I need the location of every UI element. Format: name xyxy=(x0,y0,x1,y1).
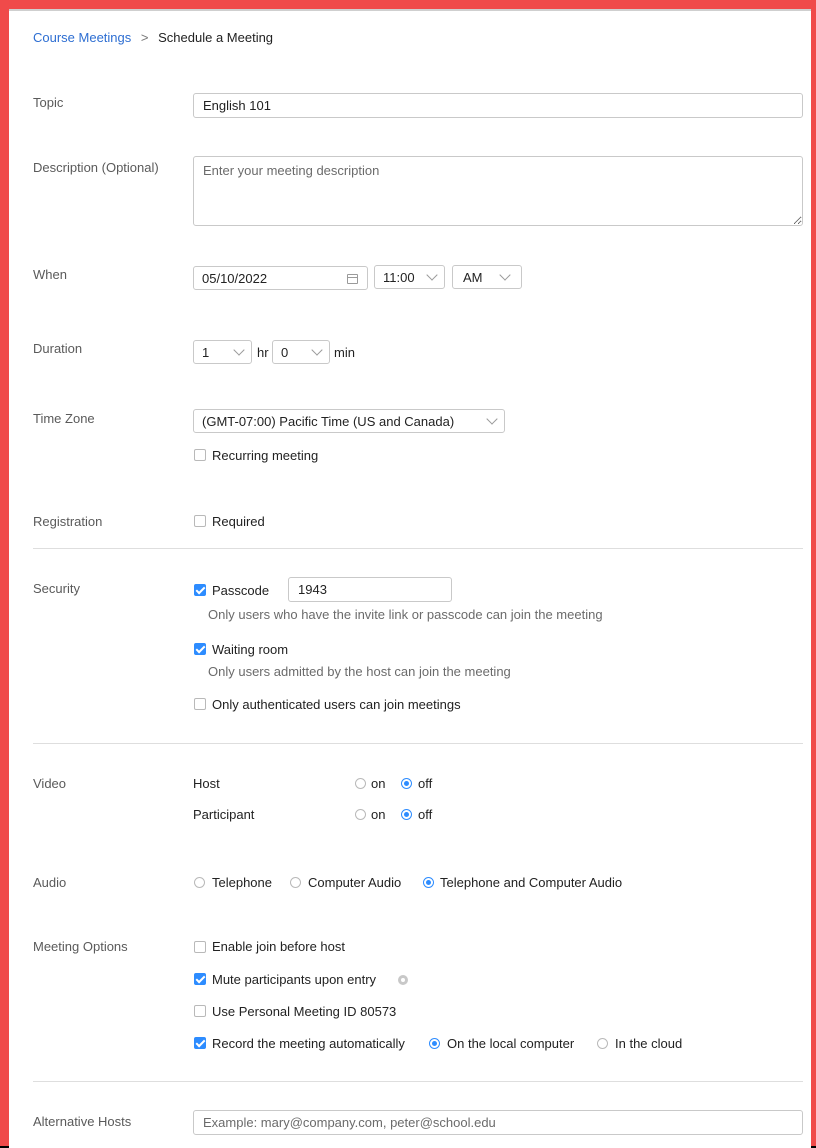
section-divider xyxy=(33,1081,803,1082)
time-value: 11:00 xyxy=(383,269,415,285)
record-local-label: On the local computer xyxy=(447,1036,575,1051)
waiting-room-hint: Only users admitted by the host can join… xyxy=(208,664,511,679)
gear-icon[interactable] xyxy=(398,975,408,985)
meeting-options-label: Meeting Options xyxy=(33,939,128,954)
breadcrumb-separator: > xyxy=(140,30,149,45)
duration-minutes-select[interactable]: 0 xyxy=(272,340,330,364)
video-participant-on-radio[interactable] xyxy=(355,809,366,820)
audio-computer-radio[interactable] xyxy=(290,877,301,888)
audio-both-radio[interactable] xyxy=(423,877,434,888)
join-before-host-label: Enable join before host xyxy=(212,939,345,954)
timezone-value: (GMT-07:00) Pacific Time (US and Canada) xyxy=(202,413,455,429)
passcode-label: Passcode xyxy=(212,583,270,598)
video-host-on-radio[interactable] xyxy=(355,778,366,789)
ampm-select[interactable]: AM xyxy=(452,265,522,289)
record-cloud-label: In the cloud xyxy=(615,1036,683,1051)
record-auto-label: Record the meeting automatically xyxy=(212,1036,405,1051)
video-host-off-label: off xyxy=(418,776,433,791)
schedule-meeting-panel: Course Meetings > Schedule a Meeting Top… xyxy=(9,9,811,1148)
audio-telephone-label: Telephone xyxy=(212,875,272,890)
recurring-checkbox[interactable] xyxy=(194,449,206,461)
authenticated-users-checkbox[interactable] xyxy=(194,698,206,710)
authenticated-users-label: Only authenticated users can join meetin… xyxy=(212,697,461,712)
when-label: When xyxy=(33,267,67,282)
chevron-down-icon xyxy=(233,343,245,356)
timezone-label: Time Zone xyxy=(33,411,95,426)
duration-label: Duration xyxy=(33,341,83,356)
video-host-label: Host xyxy=(193,776,220,791)
video-participant-off-radio[interactable] xyxy=(401,809,412,820)
topic-label: Topic xyxy=(33,95,64,110)
time-select[interactable]: 11:00 xyxy=(374,265,445,289)
audio-both-label: Telephone and Computer Audio xyxy=(440,875,623,890)
registration-label: Registration xyxy=(33,514,103,529)
breadcrumb-course-meetings-link[interactable]: Course Meetings xyxy=(33,30,131,45)
registration-required-label: Required xyxy=(212,514,265,529)
chevron-down-icon xyxy=(311,343,323,356)
passcode-hint: Only users who have the invite link or p… xyxy=(208,607,603,622)
chevron-down-icon xyxy=(486,412,498,425)
audio-telephone-radio[interactable] xyxy=(194,877,205,888)
duration-hours-select[interactable]: 1 xyxy=(193,340,252,364)
video-participant-off-label: off xyxy=(418,807,433,822)
timezone-select[interactable]: (GMT-07:00) Pacific Time (US and Canada) xyxy=(193,409,505,433)
alternative-hosts-label: Alternative Hosts xyxy=(33,1114,132,1129)
ampm-value: AM xyxy=(463,269,483,285)
video-host-on-label: on xyxy=(371,776,386,791)
personal-meeting-id-checkbox[interactable] xyxy=(194,1005,206,1017)
video-participant-label: Participant xyxy=(193,807,255,822)
chevron-down-icon xyxy=(426,268,438,281)
duration-hours-value: 1 xyxy=(202,344,210,360)
registration-required-checkbox[interactable] xyxy=(194,515,206,527)
audio-label: Audio xyxy=(33,875,67,890)
waiting-room-label: Waiting room xyxy=(212,642,289,657)
passcode-input[interactable] xyxy=(288,577,452,602)
topic-input[interactable] xyxy=(193,93,803,118)
hours-unit: hr xyxy=(257,345,269,360)
section-divider xyxy=(33,548,803,549)
record-cloud-radio[interactable] xyxy=(597,1038,608,1049)
date-value: 05/10/2022 xyxy=(202,270,268,286)
join-before-host-checkbox[interactable] xyxy=(194,941,206,953)
mute-on-entry-checkbox[interactable] xyxy=(194,973,206,985)
mute-on-entry-label: Mute participants upon entry xyxy=(212,972,377,987)
duration-minutes-value: 0 xyxy=(281,344,289,360)
waiting-room-checkbox[interactable] xyxy=(194,643,206,655)
chevron-down-icon xyxy=(499,268,511,281)
video-label: Video xyxy=(33,776,67,791)
breadcrumb-current: Schedule a Meeting xyxy=(158,30,274,45)
minutes-unit: min xyxy=(334,345,355,360)
record-auto-checkbox[interactable] xyxy=(194,1037,206,1049)
personal-meeting-id-label: Use Personal Meeting ID 80573 xyxy=(212,1004,397,1019)
recurring-label: Recurring meeting xyxy=(212,448,319,463)
section-divider xyxy=(33,743,803,744)
video-participant-on-label: on xyxy=(371,807,386,822)
breadcrumb: Course Meetings > Schedule a Meeting xyxy=(33,30,273,45)
description-label: Description (Optional) xyxy=(33,160,159,175)
calendar-icon xyxy=(347,274,358,284)
passcode-checkbox[interactable] xyxy=(194,584,206,596)
security-label: Security xyxy=(33,581,80,596)
record-local-radio[interactable] xyxy=(429,1038,440,1049)
description-textarea[interactable] xyxy=(193,156,803,226)
alternative-hosts-input[interactable] xyxy=(193,1110,803,1135)
date-picker[interactable]: 05/10/2022 xyxy=(193,266,368,290)
audio-computer-label: Computer Audio xyxy=(308,875,402,890)
video-host-off-radio[interactable] xyxy=(401,778,412,789)
